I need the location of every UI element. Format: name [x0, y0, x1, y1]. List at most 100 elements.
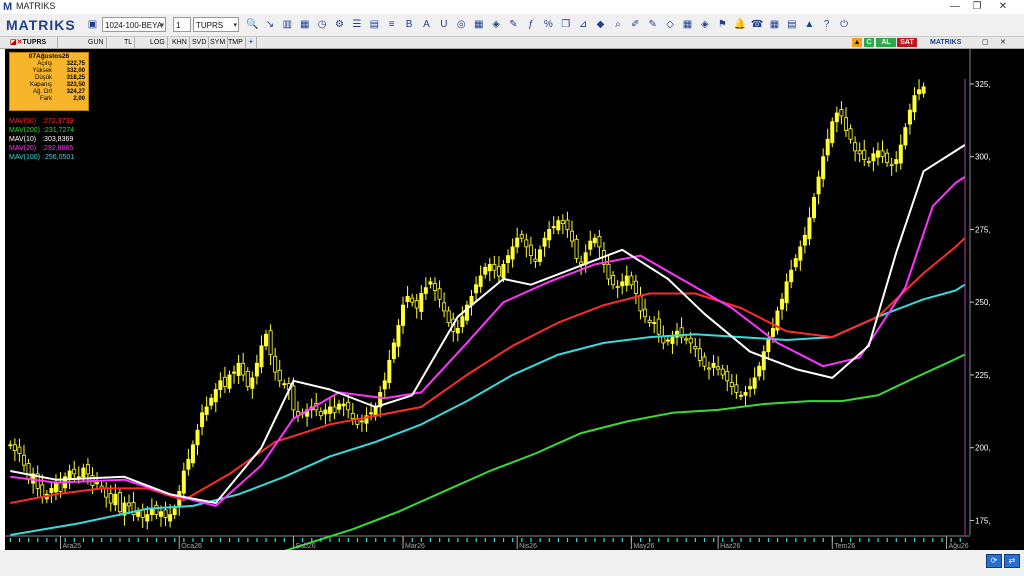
x-tick	[859, 538, 861, 542]
candle	[26, 459, 31, 485]
candle	[615, 280, 620, 299]
news-icon[interactable]: ▤	[785, 18, 798, 31]
candle	[17, 438, 22, 462]
template-combo[interactable]: 1024-100-BEYA ▾	[102, 17, 166, 32]
x-tick	[521, 538, 523, 542]
period-gun-button[interactable]: GUN	[86, 37, 107, 48]
x-tick	[502, 538, 505, 542]
chart-area[interactable]: 325, 300, 275, 250, 225, 200, 175, Ara25 Oca26 Şu…	[5, 49, 1024, 550]
x-tick	[356, 538, 359, 542]
magnet-icon[interactable]: U	[437, 18, 450, 31]
candle	[241, 352, 246, 382]
indicator-icon[interactable]: ☰	[350, 18, 363, 31]
candle	[816, 170, 821, 205]
channel-icon[interactable]: ✎	[507, 18, 520, 31]
template-combo-value: 1024-100-BEYA	[105, 21, 163, 30]
candle	[866, 156, 871, 167]
buy-button[interactable]: AL	[876, 38, 896, 47]
candle	[780, 292, 785, 320]
phone-icon[interactable]: ☎	[751, 18, 764, 31]
restore-icon[interactable]: ▢	[980, 37, 991, 48]
percent-icon[interactable]: %	[542, 18, 555, 31]
flag-icon[interactable]: ⚑	[716, 18, 729, 31]
draw-icon[interactable]: ✐	[629, 18, 642, 31]
close-button[interactable]: ✕	[990, 0, 1016, 14]
function-icon[interactable]: ƒ	[524, 18, 537, 31]
erase-icon[interactable]: ◈	[698, 18, 711, 31]
symbol-combo[interactable]: TUPRS ▾	[193, 17, 239, 32]
candle	[743, 385, 748, 406]
candle	[341, 397, 346, 417]
x-tick	[950, 538, 952, 542]
link-icon[interactable]: ⇄	[1004, 554, 1020, 568]
compare-icon[interactable]: ▦	[298, 18, 311, 31]
close-chart-icon[interactable]: ✕	[998, 37, 1008, 48]
x-tick	[201, 538, 203, 542]
candle	[446, 306, 451, 327]
period-svd-button[interactable]: SVD	[190, 37, 210, 48]
count-combo[interactable]: 1	[173, 17, 191, 32]
filter-icon[interactable]: ⊿	[577, 18, 590, 31]
candle	[912, 87, 917, 121]
y-tick-label: 250,	[975, 298, 991, 307]
flag-c[interactable]: C	[864, 38, 874, 47]
pen-icon[interactable]: ✎	[646, 18, 659, 31]
info-label: Ağ. Ort	[32, 89, 52, 95]
zoom-icon[interactable]: 🔍	[246, 18, 259, 31]
candle	[254, 354, 259, 385]
x-tick	[493, 538, 496, 542]
bold-icon[interactable]: B	[403, 18, 416, 31]
exit-icon[interactable]: ⏻	[838, 18, 851, 31]
fibonacci-icon[interactable]: ▦	[472, 18, 485, 31]
legend-name: MAV(200)	[9, 127, 40, 134]
candle	[437, 280, 442, 308]
settings-icon[interactable]: ⚙	[333, 18, 346, 31]
candle	[542, 231, 547, 257]
candle	[533, 248, 538, 268]
candle	[414, 294, 419, 319]
candle	[588, 230, 593, 256]
candle	[784, 273, 789, 312]
alarm-icon[interactable]: ▲	[852, 38, 862, 47]
grid-icon[interactable]: ▦	[681, 18, 694, 31]
chart-type-icon[interactable]: ▥	[281, 18, 294, 31]
copy-icon[interactable]: ❐	[559, 18, 572, 31]
x-tick	[183, 538, 185, 542]
x-tick	[932, 538, 934, 542]
twitter-icon[interactable]: ✦	[246, 37, 257, 48]
clock-icon[interactable]: ◷	[316, 18, 329, 31]
x-tick	[228, 538, 231, 542]
period-tl-button[interactable]: TL	[122, 37, 136, 48]
price-chart[interactable]: 325, 300, 275, 250, 225, 200, 175, Ara25 Oca26 Şu…	[5, 49, 1024, 550]
candle	[697, 338, 702, 367]
legend-value: :231,7274	[43, 127, 75, 134]
text-icon[interactable]: A	[420, 18, 433, 31]
save-icon[interactable]: ▣	[86, 18, 99, 31]
maximize-button[interactable]: ❐	[964, 0, 990, 14]
tag-icon[interactable]: ◆	[594, 18, 607, 31]
help-icon[interactable]: ?	[820, 18, 833, 31]
candle	[665, 335, 670, 346]
chart-symbol[interactable]: ◪✕TUPRS	[8, 37, 58, 48]
sell-button[interactable]: SAT	[897, 38, 917, 47]
refresh-icon[interactable]: ⟳	[986, 554, 1002, 568]
lines-icon[interactable]: ≡	[385, 18, 398, 31]
period-tmp-button[interactable]: TMP	[226, 37, 246, 48]
cursor-icon[interactable]: ↘	[263, 18, 276, 31]
x-tick	[722, 538, 724, 542]
candle	[460, 306, 465, 334]
candle	[227, 370, 232, 393]
y-tick-label: 200,	[975, 444, 991, 453]
trend-icon[interactable]: ◎	[455, 18, 468, 31]
template-icon[interactable]: ▤	[368, 18, 381, 31]
bell-icon[interactable]: 🔔	[733, 18, 746, 31]
calendar-icon[interactable]: ▦	[768, 18, 781, 31]
period-log-button[interactable]: LOG	[148, 37, 168, 48]
shape-icon[interactable]: ◇	[664, 18, 677, 31]
search-icon[interactable]: ⌕	[611, 18, 624, 31]
gann-icon[interactable]: ◈	[490, 18, 503, 31]
candle	[848, 124, 853, 144]
alert-icon[interactable]: ▲	[803, 18, 816, 31]
period-khn-button[interactable]: KHN	[170, 37, 190, 48]
x-tick	[28, 538, 30, 542]
